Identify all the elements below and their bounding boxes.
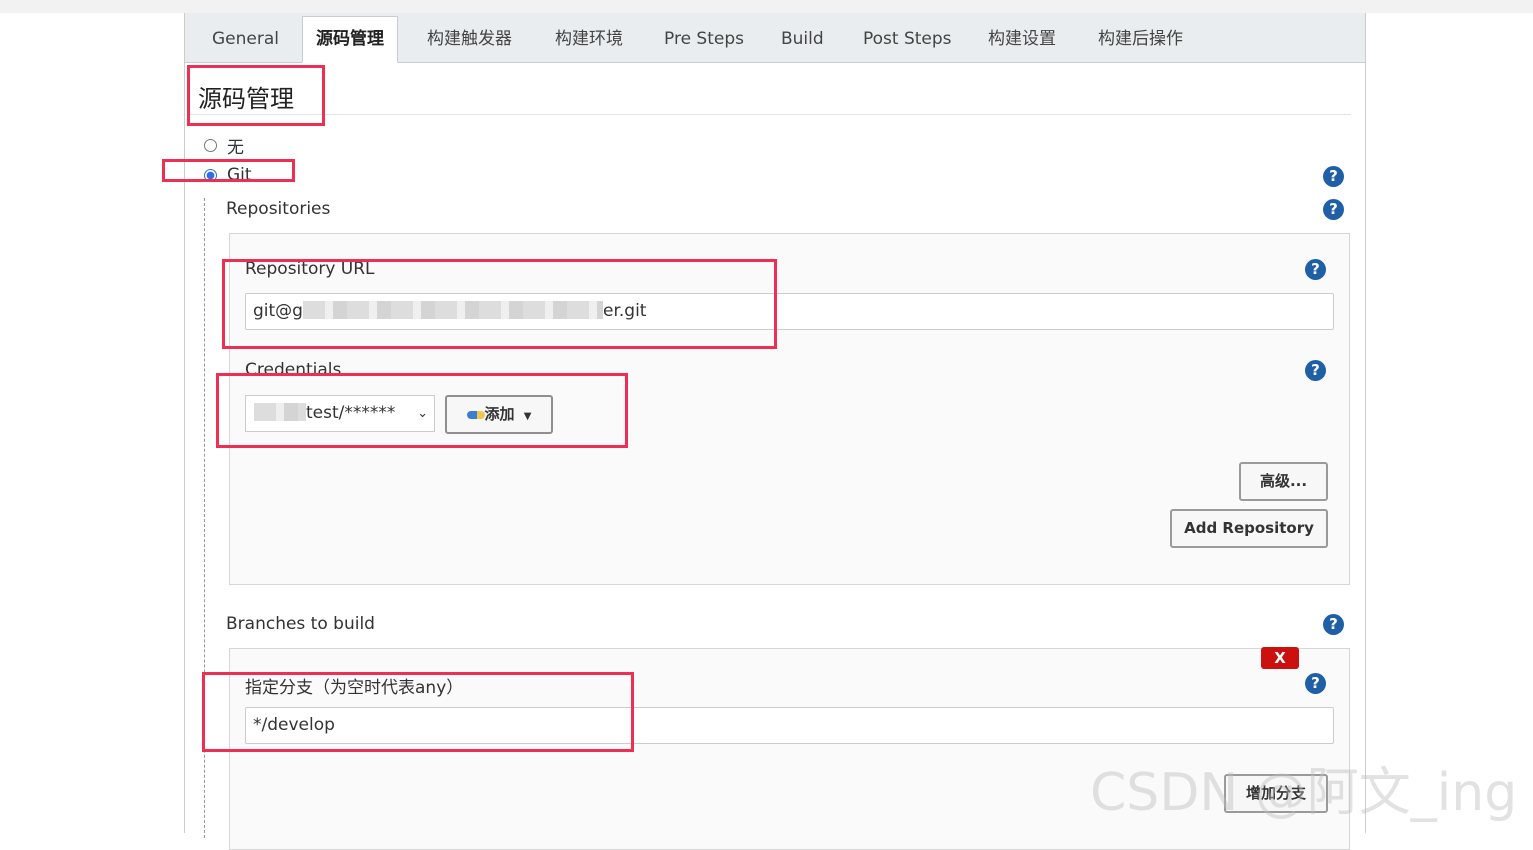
- repository-url-prefix: git@g: [253, 301, 303, 321]
- help-icon-branches[interactable]: ?: [1323, 614, 1344, 635]
- credentials-select[interactable]: test/****** ⌄: [245, 395, 435, 432]
- tab-build-environment[interactable]: 构建环境: [555, 17, 623, 61]
- tab-build-triggers[interactable]: 构建触发器: [427, 17, 512, 61]
- section-title: 源码管理: [198, 85, 294, 113]
- key-icon: [466, 410, 485, 419]
- scm-option-none[interactable]: 无: [204, 133, 244, 158]
- caret-down-icon: ▼: [523, 411, 532, 422]
- help-icon-git[interactable]: ?: [1323, 166, 1344, 187]
- help-icon-repositories[interactable]: ?: [1323, 199, 1344, 220]
- config-panel: General 源码管理 构建触发器 构建环境 Pre Steps Build …: [184, 13, 1366, 850]
- credentials-label: Credentials: [245, 360, 342, 380]
- radio-none[interactable]: [204, 139, 217, 152]
- tab-build[interactable]: Build: [781, 17, 824, 61]
- help-icon-branch-specifier[interactable]: ?: [1305, 673, 1326, 694]
- scm-option-none-label: 无: [227, 138, 244, 158]
- repository-url-suffix: er.git: [602, 301, 647, 321]
- add-repository-button[interactable]: Add Repository: [1170, 509, 1328, 548]
- tab-build-settings[interactable]: 构建设置: [988, 17, 1056, 61]
- help-icon-repository-url[interactable]: ?: [1305, 259, 1326, 280]
- radio-git[interactable]: [204, 168, 217, 182]
- tab-bar: General 源码管理 构建触发器 构建环境 Pre Steps Build …: [185, 13, 1365, 63]
- tab-post-build-actions[interactable]: 构建后操作: [1098, 17, 1183, 61]
- top-strip: [0, 0, 1533, 13]
- tab-general[interactable]: General: [212, 17, 279, 61]
- git-options-guide: [204, 198, 205, 838]
- advanced-button[interactable]: 高级...: [1239, 462, 1328, 501]
- branches-label: Branches to build: [226, 614, 375, 634]
- repository-url-input[interactable]: git@g er.git: [245, 293, 1334, 330]
- add-credentials-button[interactable]: 添加 ▼: [445, 395, 553, 434]
- branch-specifier-input[interactable]: */develop: [245, 707, 1334, 744]
- branch-specifier-label: 指定分支（为空时代表any）: [245, 678, 464, 698]
- redacted-url: [302, 301, 603, 319]
- tab-pre-steps[interactable]: Pre Steps: [664, 17, 744, 61]
- scm-option-git[interactable]: Git: [204, 165, 252, 185]
- credentials-value: test/******: [306, 403, 396, 423]
- divider: [189, 114, 1351, 115]
- repository-url-label: Repository URL: [245, 259, 375, 279]
- help-icon-credentials[interactable]: ?: [1305, 360, 1326, 381]
- chevron-down-icon: ⌄: [417, 406, 428, 421]
- tab-post-steps[interactable]: Post Steps: [863, 17, 952, 61]
- repositories-label: Repositories: [226, 199, 331, 219]
- delete-branch-button[interactable]: X: [1261, 647, 1299, 669]
- redacted-credential: [254, 403, 306, 421]
- scm-option-git-label: Git: [227, 165, 252, 185]
- watermark: CSDN @阿文_ing: [1090, 763, 1518, 823]
- add-credentials-label: 添加: [484, 405, 515, 423]
- tab-scm[interactable]: 源码管理: [302, 16, 398, 63]
